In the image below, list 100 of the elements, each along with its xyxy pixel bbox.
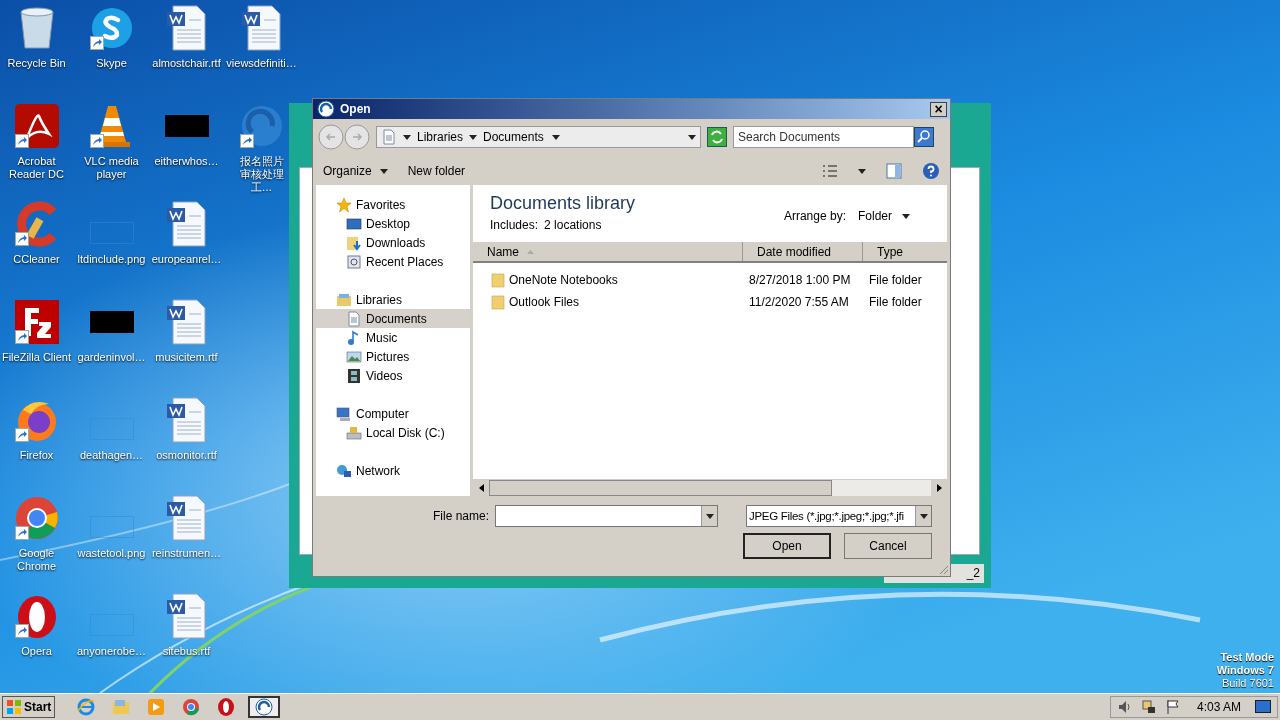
network-icon[interactable] <box>1140 699 1157 715</box>
document-icon <box>381 129 397 145</box>
shortcut-arrow-icon <box>89 36 104 50</box>
taskbar-button[interactable] <box>248 696 281 718</box>
caret-icon <box>551 134 560 140</box>
nav-item[interactable]: Pictures <box>316 347 470 366</box>
organize-button[interactable]: Organize <box>323 162 388 180</box>
star-icon <box>336 196 352 213</box>
nav-item[interactable]: Local Disk (C:) <box>316 423 470 442</box>
library-title: Documents library <box>490 192 636 214</box>
close-button[interactable]: × <box>930 101 947 117</box>
globe-network-icon <box>336 462 352 479</box>
desktop-icon-label[interactable]: almostchair.rtf <box>149 57 224 70</box>
column-header[interactable]: Name <box>473 242 743 261</box>
system-watermark-text: Test Mode <box>1220 651 1274 664</box>
nav-item[interactable]: Documents <box>316 309 470 328</box>
caret-icon <box>379 168 388 174</box>
shortcut-arrow-icon <box>14 134 29 148</box>
swirl-logo-icon <box>316 99 336 119</box>
desktop-icon-label[interactable]: Skype <box>74 57 149 70</box>
breadcrumb-link[interactable]: Documents <box>483 128 544 146</box>
desktop-icon-label[interactable]: FileZilla Client <box>0 351 74 364</box>
desktop-icon-label[interactable]: ltdinclude.png <box>74 253 149 266</box>
view-caret-icon <box>858 168 866 174</box>
refresh-button[interactable] <box>707 127 727 147</box>
column-header[interactable]: Date modified <box>743 242 863 261</box>
speaker-icon[interactable] <box>1116 699 1133 715</box>
show-desktop-icon[interactable] <box>1255 700 1271 714</box>
desktop-icon-label[interactable]: CCleaner <box>0 253 74 266</box>
cancel-button[interactable]: Cancel <box>844 533 932 559</box>
arrange-by-label: Arrange by: <box>783 208 846 225</box>
sort-arrow-icon <box>527 249 534 254</box>
folder-download-icon <box>346 234 362 251</box>
media-player-icon <box>146 697 167 717</box>
file-type-dropdown[interactable]: JPEG Files (*.jpg;*.jpeg;*.jpg;*.jfi <box>746 505 932 527</box>
view-options-icon[interactable] <box>822 164 838 178</box>
film-strip-icon <box>346 367 362 384</box>
help-icon[interactable] <box>922 162 940 180</box>
desktop-icon-label[interactable]: Recycle Bin <box>0 57 74 70</box>
desktop-icon-label[interactable]: Acrobat Reader DC <box>0 155 74 181</box>
flag-icon[interactable] <box>1164 699 1181 715</box>
desktop-icon-label[interactable]: eitherwhos… <box>149 155 224 168</box>
arrange-by-dropdown[interactable]: Folder <box>858 207 910 225</box>
desktop-icon-label[interactable]: VLC media player <box>74 155 149 181</box>
locations-link[interactable]: 2 locations <box>544 216 602 234</box>
file-name-label: File name: <box>432 508 489 525</box>
breadcrumb-caret-icon <box>403 134 411 140</box>
date-cell-text: 8/27/2018 1:00 PM <box>748 272 852 289</box>
scroll-right-icon[interactable] <box>936 484 942 492</box>
desktop-icon-label[interactable]: gardeninvol… <box>74 351 149 364</box>
shortcut-arrow-icon <box>14 232 29 246</box>
shortcut-arrow-icon <box>14 526 29 540</box>
breadcrumb-caret-icon <box>469 134 478 140</box>
nav-item[interactable]: Music <box>316 328 470 347</box>
horizontal-scrollbar[interactable] <box>473 479 947 496</box>
chrome-logo-icon <box>181 697 202 717</box>
file-name-cell-text: Outlook Files <box>509 294 580 311</box>
shortcut-arrow-icon <box>89 134 104 148</box>
desktop-icon-label[interactable]: 报名照片审核处理工… <box>234 155 289 194</box>
folder-icon <box>491 294 505 310</box>
nav-item[interactable]: Network <box>316 461 470 480</box>
nav-item[interactable]: Desktop <box>316 214 470 233</box>
system-watermark-text: Windows 7 <box>1216 664 1274 677</box>
column-header[interactable]: Type <box>863 242 947 261</box>
desktop-icon-label[interactable]: europeanrel… <box>149 253 224 266</box>
file-row[interactable]: Outlook Files 11/2/2020 7:55 AM File folder <box>473 291 947 313</box>
shortcut-arrow-icon <box>14 428 29 442</box>
search-icon[interactable] <box>914 127 934 147</box>
includes-label: Includes: <box>490 217 539 234</box>
preview-pane-icon[interactable] <box>886 163 902 179</box>
scroll-left-icon[interactable] <box>478 484 484 492</box>
nav-item[interactable]: Videos <box>316 366 470 385</box>
nav-item[interactable]: Downloads <box>316 233 470 252</box>
window-title: Open <box>340 101 371 118</box>
desktop-icon-label[interactable]: viewsdefiniti… <box>224 57 299 70</box>
new-folder-button[interactable]: New folder <box>407 162 466 180</box>
open-button[interactable]: Open <box>743 533 831 559</box>
monitor-icon <box>346 215 362 232</box>
file-name-combobox[interactable] <box>495 505 718 527</box>
type-cell-text: File folder <box>868 272 922 289</box>
type-cell-text: File folder <box>868 294 922 311</box>
document-icon <box>346 310 362 327</box>
address-bar[interactable]: Libraries Documents <box>376 126 701 148</box>
start-button[interactable]: Start <box>2 696 56 718</box>
dropdown-caret-icon <box>705 513 714 519</box>
library-icon <box>336 291 352 308</box>
e-logo-icon <box>76 697 97 717</box>
nav-item[interactable]: Favorites <box>316 195 470 214</box>
nav-item[interactable]: Libraries <box>316 290 470 309</box>
nav-item[interactable]: Computer <box>316 404 470 423</box>
search-field[interactable]: Search Documents <box>733 126 914 148</box>
computer-icon <box>336 405 352 422</box>
clock[interactable]: 4:03 AM <box>1196 698 1241 716</box>
shortcut-arrow-icon <box>239 134 254 148</box>
resize-grip-icon[interactable] <box>937 563 949 575</box>
file-row[interactable]: OneNote Notebooks 8/27/2018 1:00 PM File folder <box>473 269 947 291</box>
nav-item[interactable]: Recent Places <box>316 252 470 271</box>
breadcrumb-link[interactable]: Libraries <box>417 128 464 146</box>
windows-logo-icon <box>6 699 22 715</box>
picture-icon <box>346 348 362 365</box>
